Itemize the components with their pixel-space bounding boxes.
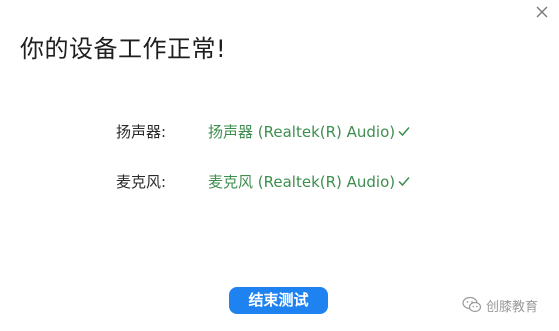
checkmark-icon bbox=[398, 127, 410, 137]
watermark-text: 创膝教育 bbox=[486, 299, 539, 315]
dialog-title: 你的设备工作正常! bbox=[20, 35, 227, 63]
speaker-device-name[interactable]: 扬声器 (Realtek(R) Audio) bbox=[208, 121, 395, 142]
speaker-row: 扬声器: 扬声器 (Realtek(R) Audio) bbox=[0, 121, 559, 143]
close-icon bbox=[536, 6, 548, 18]
microphone-row: 麦克风: 麦克风 (Realtek(R) Audio) bbox=[0, 171, 559, 193]
microphone-label: 麦克风: bbox=[116, 173, 167, 191]
end-test-button[interactable]: 结束测试 bbox=[229, 287, 328, 314]
speaker-label: 扬声器: bbox=[116, 123, 167, 141]
wechat-icon bbox=[462, 296, 482, 313]
microphone-device-name[interactable]: 麦克风 (Realtek(R) Audio) bbox=[208, 171, 395, 192]
checkmark-icon bbox=[398, 177, 410, 187]
watermark: 创膝教育 bbox=[462, 296, 539, 315]
close-button[interactable] bbox=[533, 3, 551, 21]
